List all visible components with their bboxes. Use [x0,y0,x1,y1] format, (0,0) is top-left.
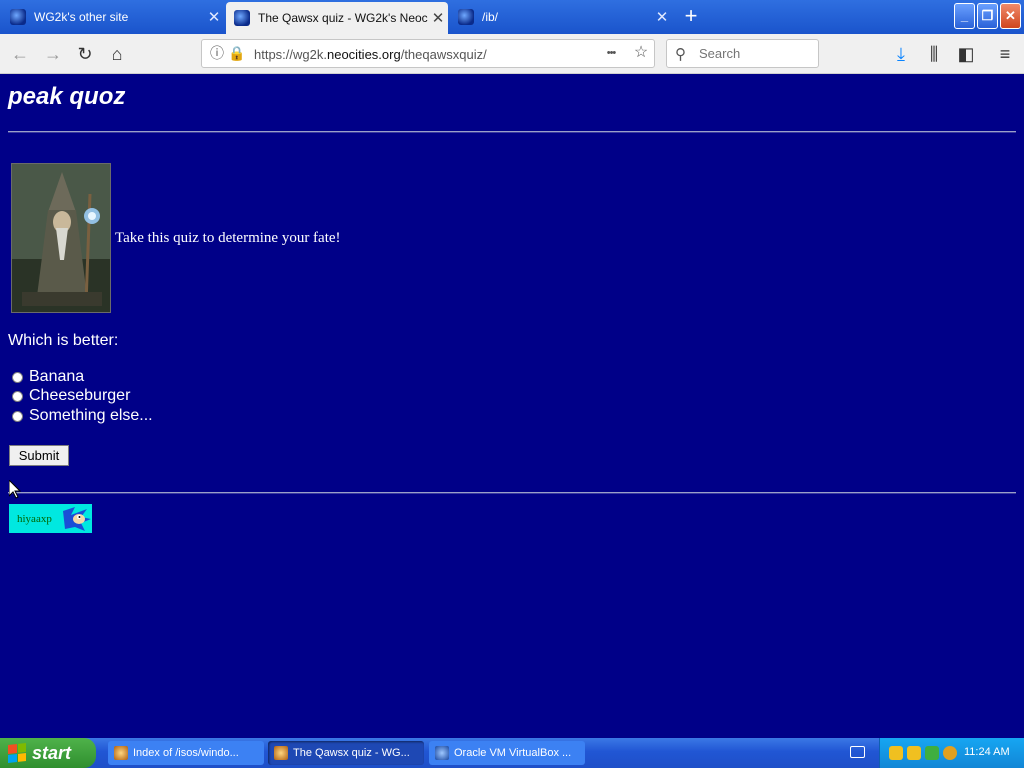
info-icon[interactable]: ⓘ [208,44,226,62]
quiz-tagline: Take this quiz to determine your fate! [115,230,341,246]
sonic-favicon-icon [234,10,250,26]
security-alert-icon[interactable] [907,746,921,760]
search-input[interactable] [697,45,816,62]
option-label: Something else... [29,407,153,424]
tab-qawsx-quiz[interactable]: The Qawsx quiz - WG2k's Neocite ✕ [226,2,448,34]
taskbar-item-quiz[interactable]: The Qawsx quiz - WG... [268,741,424,765]
question-label: Which is better: [8,332,119,349]
menu-icon[interactable]: ≡ [993,42,1017,66]
tab-title: The Qawsx quiz - WG2k's Neocite [258,11,428,25]
home-icon[interactable]: ⌂ [105,42,129,66]
page-title: peak quoz [8,83,126,110]
tab-title: WG2k's other site [34,10,129,24]
back-arrow-icon[interactable]: ← [8,42,32,66]
taskbar-item-label: The Qawsx quiz - WG... [293,747,410,759]
new-tab-button[interactable]: + [680,5,702,27]
url-bar[interactable]: ⓘ 🔒 https://wg2k.neocities.org/theqawsxq… [201,39,655,68]
tab-ib[interactable]: /ib/ ✕ [450,2,672,32]
tab-title: /ib/ [482,10,499,24]
option-banana[interactable]: Banana [12,368,84,386]
url-domain: neocities.org [326,47,401,62]
bookmark-star-icon[interactable]: ☆ [632,44,650,62]
virtualbox-icon [435,746,449,760]
sonic-favicon-icon [10,9,26,25]
taskbar-item-index[interactable]: Index of /isos/windo... [108,741,264,765]
sonic-icon [63,507,91,531]
horizontal-rule [8,492,1016,494]
close-tab-icon[interactable]: ✕ [204,8,224,26]
search-bar[interactable]: ⚲ [666,39,819,68]
firefox-icon [274,746,288,760]
submit-button[interactable]: Submit [9,445,69,466]
url-text: https://wg2k.neocities.org/theqawsxquiz/ [254,47,487,62]
taskbar-item-virtualbox[interactable]: Oracle VM VirtualBox ... [429,741,585,765]
url-prefix: https://wg2k. [254,47,327,62]
firefox-icon [114,746,128,760]
browser-tab-strip: WG2k's other site ✕ The Qawsx quiz - WG2… [0,0,1024,34]
close-tab-icon[interactable]: ✕ [652,8,672,26]
clock: 11:24 AM [964,746,1010,758]
insecure-lock-icon[interactable]: 🔒 [228,44,246,62]
sidebar-icon[interactable]: ◧ [954,42,978,66]
wizard-illustration [12,164,110,312]
banner-text: hiyaaxp [17,513,52,525]
wizard-image [11,163,111,313]
start-button[interactable]: start [0,738,96,768]
keyboard-icon[interactable] [850,746,865,758]
sonic-favicon-icon [458,9,474,25]
minimize-button[interactable]: _ [954,3,975,29]
taskbar: start Index of /isos/windo... The Qawsx … [0,738,1024,768]
taskbar-item-label: Index of /isos/windo... [133,747,239,759]
option-cheeseburger[interactable]: Cheeseburger [12,387,130,405]
search-icon: ⚲ [675,46,686,63]
option-label: Cheeseburger [29,387,131,404]
start-label: start [32,742,72,763]
security-shield-icon[interactable] [889,746,903,760]
horizontal-rule [8,131,1016,133]
option-label: Banana [29,368,85,385]
library-icon[interactable]: ⫼ [922,42,946,66]
radio-button[interactable] [12,390,23,402]
restore-button[interactable]: ❐ [977,3,998,29]
radio-button[interactable] [12,410,23,422]
network-icon[interactable] [925,746,939,760]
downloads-icon[interactable]: ⤓ [889,42,913,66]
option-something-else[interactable]: Something else... [12,407,153,425]
windows-logo-icon [8,743,26,763]
reload-icon[interactable]: ↻ [73,42,97,66]
tab-other-site[interactable]: WG2k's other site ✕ [2,2,224,32]
mouse-pointer-icon [9,480,21,499]
taskbar-item-label: Oracle VM VirtualBox ... [454,747,572,759]
navigation-bar: ← → ↻ ⌂ ⓘ 🔒 https://wg2k.neocities.org/t… [0,34,1024,74]
hiyaaxp-banner[interactable]: hiyaaxp [9,504,92,533]
forward-arrow-icon[interactable]: → [41,42,65,66]
search-tray-icon[interactable] [943,746,957,760]
radio-button[interactable] [12,371,23,383]
close-tab-icon[interactable]: ✕ [428,9,448,27]
page-actions-icon[interactable]: ••• [602,44,620,62]
page-content: peak quoz Take this quiz to determine yo… [0,75,1024,738]
close-window-button[interactable]: ✕ [1000,3,1021,29]
url-path: /theqawsxquiz/ [400,47,487,62]
